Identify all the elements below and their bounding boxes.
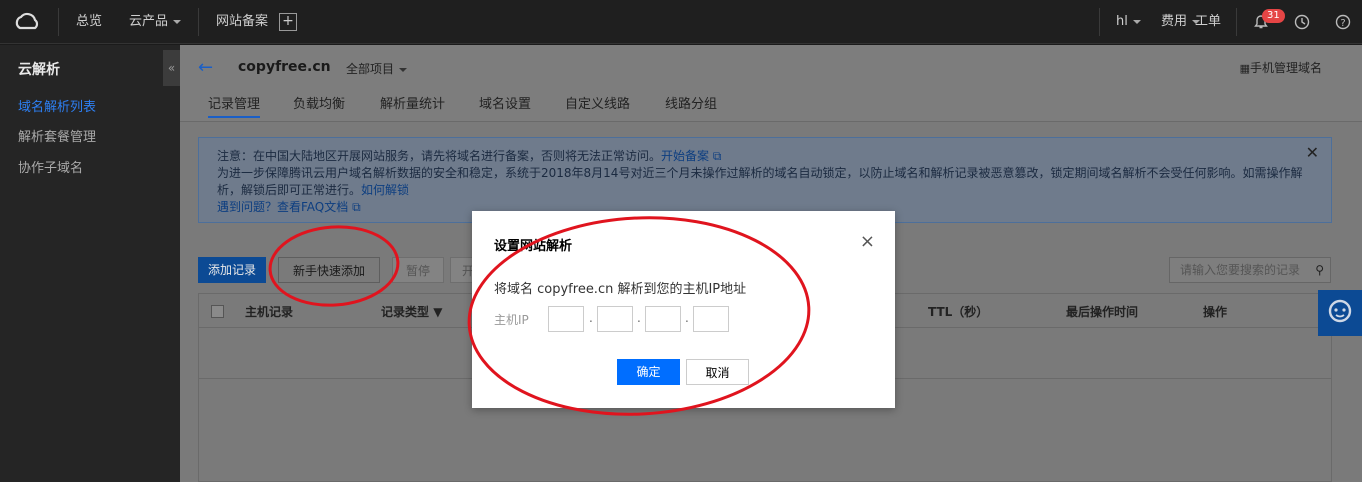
billing-label: 费用 bbox=[1161, 14, 1188, 29]
clock-icon[interactable] bbox=[1294, 14, 1310, 30]
svg-text:?: ? bbox=[1340, 18, 1345, 29]
nav-cloud-products[interactable]: 云产品 bbox=[129, 0, 182, 44]
filter-icon[interactable]: ▼ bbox=[433, 305, 442, 319]
tab-load-balancing[interactable]: 负载均衡 bbox=[293, 93, 345, 112]
divider bbox=[198, 8, 199, 36]
sidebar-item-sub-domains[interactable]: 协作子域名 bbox=[18, 157, 83, 176]
ip-separator: . bbox=[589, 311, 593, 325]
project-select[interactable]: 全部项目 bbox=[346, 60, 408, 77]
tab-record-management[interactable]: 记录管理 bbox=[208, 93, 261, 118]
ip-octet-4-input[interactable] bbox=[693, 306, 729, 332]
add-shortcut-icon[interactable]: + bbox=[279, 13, 297, 31]
column-ttl: TTL（秒） bbox=[928, 305, 989, 319]
search-placeholder: 请输入您要搜索的记录 bbox=[1180, 263, 1301, 277]
customer-service-float-button[interactable] bbox=[1318, 290, 1362, 336]
external-link-icon: ⧉ bbox=[712, 149, 722, 163]
project-select-value: 全部项目 bbox=[346, 62, 395, 76]
divider bbox=[1236, 8, 1237, 36]
confirm-button[interactable]: 确定 bbox=[617, 359, 680, 385]
ip-octet-3-input[interactable] bbox=[645, 306, 681, 332]
page-title: copyfree.cn bbox=[238, 59, 331, 75]
tab-custom-lines[interactable]: 自定义线路 bbox=[565, 93, 630, 112]
sidebar-collapse-icon[interactable]: « bbox=[163, 50, 180, 86]
chat-bot-icon bbox=[1328, 299, 1352, 323]
host-ip-label: 主机IP bbox=[494, 313, 529, 327]
divider bbox=[58, 8, 59, 36]
page-header: ← copyfree.cn 全部项目 ▦手机管理域名 记录管理 负载均衡 解析量… bbox=[180, 45, 1362, 122]
pause-button[interactable]: 暂停 bbox=[392, 257, 444, 283]
nav-icp-filing[interactable]: 网站备案 bbox=[216, 0, 268, 44]
column-host-record: 主机记录 bbox=[245, 305, 294, 319]
select-all-checkbox[interactable] bbox=[211, 305, 224, 318]
ip-separator: . bbox=[637, 311, 641, 325]
column-actions: 操作 bbox=[1203, 305, 1228, 319]
tencent-cloud-logo-icon[interactable] bbox=[12, 10, 42, 34]
back-arrow-icon[interactable]: ← bbox=[198, 57, 213, 78]
tab-query-statistics[interactable]: 解析量统计 bbox=[380, 93, 445, 112]
cancel-button[interactable]: 取消 bbox=[686, 359, 749, 385]
tab-domain-settings[interactable]: 域名设置 bbox=[479, 93, 531, 112]
user-menu[interactable]: hl bbox=[1116, 0, 1141, 44]
sidebar-title: 云解析 bbox=[18, 62, 60, 78]
chevron-down-icon bbox=[173, 19, 182, 24]
column-last-modified: 最后操作时间 bbox=[1066, 305, 1139, 319]
sidebar: 云解析 « 域名解析列表 解析套餐管理 协作子域名 bbox=[0, 45, 180, 482]
top-navigation-bar: 总览 云产品 网站备案 + hl 费用 工单 31 ? bbox=[0, 0, 1362, 44]
notification-badge: 31 bbox=[1262, 9, 1285, 23]
divider bbox=[180, 121, 1362, 122]
column-record-type-label: 记录类型 bbox=[381, 305, 430, 319]
quick-add-button[interactable]: 新手快速添加 bbox=[278, 257, 380, 283]
chevron-down-icon bbox=[1132, 19, 1141, 24]
faq-link[interactable]: 遇到问题？查看FAQ文档 bbox=[217, 200, 348, 214]
dialog-title: 设置网站解析 bbox=[494, 239, 573, 254]
chevron-down-icon bbox=[399, 67, 408, 72]
website-resolution-dialog: 设置网站解析 × 将域名 copyfree.cn 解析到您的主机IP地址 主机I… bbox=[472, 211, 895, 408]
sidebar-item-plan-management[interactable]: 解析套餐管理 bbox=[18, 126, 96, 145]
ip-octet-1-input[interactable] bbox=[548, 306, 584, 332]
notice-text-icp: 注意：在中国大陆地区开展网站服务，请先将域名进行备案，否则将无法正常访问。 bbox=[217, 149, 662, 163]
phone-manage-link[interactable]: ▦手机管理域名 bbox=[1240, 59, 1322, 76]
column-record-type[interactable]: 记录类型 ▼ bbox=[381, 303, 442, 320]
tab-line-groups[interactable]: 线路分组 bbox=[665, 93, 717, 112]
tickets-link[interactable]: 工单 bbox=[1195, 0, 1221, 44]
help-icon[interactable]: ? bbox=[1335, 14, 1351, 30]
divider bbox=[1099, 8, 1100, 36]
qr-code-icon: ▦ bbox=[1239, 62, 1250, 75]
search-icon[interactable]: ⚲ bbox=[1315, 258, 1324, 282]
close-icon[interactable]: ✕ bbox=[1306, 144, 1319, 161]
nav-overview[interactable]: 总览 bbox=[76, 0, 102, 44]
close-icon[interactable]: × bbox=[860, 233, 875, 251]
ip-separator: . bbox=[685, 311, 689, 325]
how-to-unlock-link[interactable]: 如何解锁 bbox=[361, 183, 409, 197]
dialog-description: 将域名 copyfree.cn 解析到您的主机IP地址 bbox=[494, 282, 747, 297]
nav-cloud-products-label: 云产品 bbox=[129, 14, 169, 29]
sidebar-item-domain-list[interactable]: 域名解析列表 bbox=[18, 96, 96, 115]
phone-manage-label: 手机管理域名 bbox=[1249, 61, 1322, 75]
search-input[interactable]: 请输入您要搜索的记录 ⚲ bbox=[1169, 257, 1331, 283]
ip-octet-2-input[interactable] bbox=[597, 306, 633, 332]
add-record-button[interactable]: 添加记录 bbox=[198, 257, 266, 283]
external-link-icon: ⧉ bbox=[352, 200, 361, 214]
start-icp-link[interactable]: 开始备案 bbox=[661, 149, 709, 163]
user-name: hl bbox=[1116, 14, 1128, 29]
